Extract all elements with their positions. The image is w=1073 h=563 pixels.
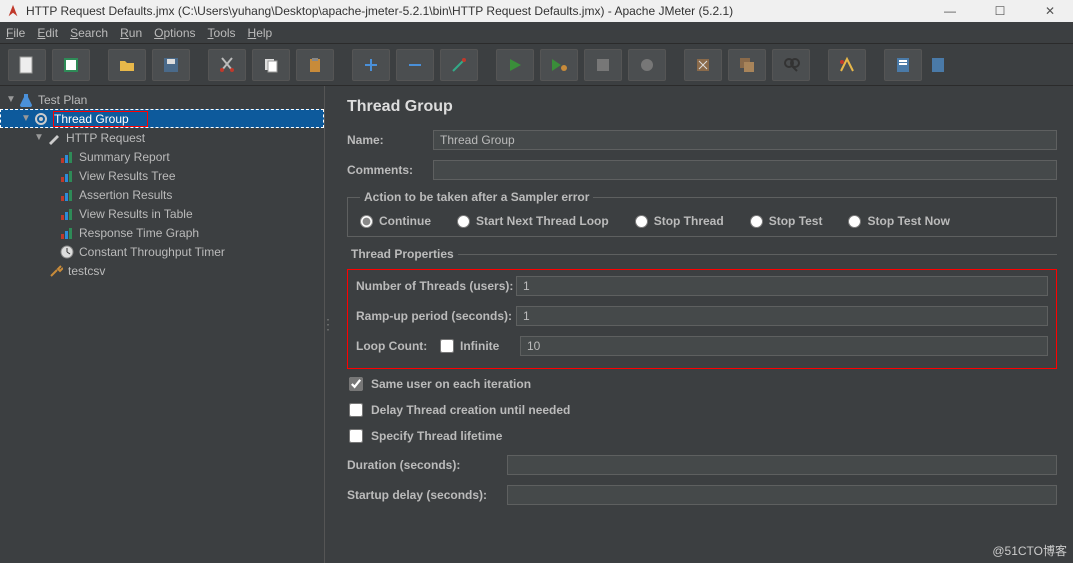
loop-count-label: Loop Count: [356,339,440,353]
node-label: Thread Group [54,112,129,126]
infinite-label: Infinite [460,339,499,353]
menu-edit[interactable]: Edit [37,26,58,40]
tree-node-thread-group[interactable]: ▼ Thread Group [0,109,324,128]
open-button[interactable] [108,49,146,81]
node-label: testcsv [68,264,105,278]
clear-all-button[interactable] [728,49,766,81]
close-button[interactable]: ✕ [1037,1,1063,21]
loop-count-input[interactable] [520,336,1048,356]
highlight-box: Number of Threads (users): Ramp-up perio… [347,269,1057,369]
thread-properties-legend: Thread Properties [347,247,458,261]
clear-button[interactable] [684,49,722,81]
app-icon [6,4,20,18]
menu-help[interactable]: Help [248,26,273,40]
node-label: View Results Tree [79,169,176,183]
node-label: Response Time Graph [79,226,199,240]
stop-button[interactable] [584,49,622,81]
comments-label: Comments: [347,163,433,177]
radio-stop-thread[interactable]: Stop Thread [635,214,724,228]
infinite-checkbox[interactable] [440,339,454,353]
radio-continue[interactable]: Continue [360,214,431,228]
menu-search[interactable]: Search [70,26,108,40]
chart-icon [59,168,75,184]
comments-input[interactable] [433,160,1057,180]
tree-node-http-request[interactable]: ▼ HTTP Request [0,128,324,147]
titlebar: HTTP Request Defaults.jmx (C:\Users\yuha… [0,0,1073,22]
startup-delay-label: Startup delay (seconds): [347,488,507,502]
specify-lifetime-check[interactable]: Specify Thread lifetime [349,429,1057,443]
num-threads-input[interactable] [516,276,1048,296]
ramp-up-label: Ramp-up period (seconds): [356,309,516,323]
chart-icon [59,187,75,203]
clock-icon [59,244,75,260]
sampler-error-fieldset: Action to be taken after a Sampler error… [347,190,1057,237]
test-plan-tree[interactable]: ▼ Test Plan ▼ Thread Group ▼ HTTP Reques… [0,86,325,563]
watermark: @51CTO博客 [992,542,1067,559]
chart-icon [59,149,75,165]
startup-delay-input[interactable] [507,485,1057,505]
menubar: File Edit Search Run Options Tools Help [0,22,1073,44]
ramp-up-input[interactable] [516,306,1048,326]
node-label: Constant Throughput Timer [79,245,225,259]
beaker-icon [18,92,34,108]
toggle-button[interactable] [440,49,478,81]
start-no-pause-button[interactable] [540,49,578,81]
radio-stop-test-now[interactable]: Stop Test Now [848,214,949,228]
tree-node-constant-throughput-timer[interactable]: Constant Throughput Timer [0,242,324,261]
sampler-error-legend: Action to be taken after a Sampler error [360,190,593,204]
tree-node-view-results-in-table[interactable]: View Results in Table [0,204,324,223]
node-label: Summary Report [79,150,170,164]
node-label: Test Plan [38,93,87,107]
same-user-check[interactable]: Same user on each iteration [349,377,1057,391]
editor-panel: Thread Group Name: Comments: Action to b… [331,86,1073,563]
node-label: Assertion Results [79,188,172,202]
duration-label: Duration (seconds): [347,458,507,472]
num-threads-label: Number of Threads (users): [356,279,516,293]
menu-file[interactable]: File [6,26,25,40]
thread-properties-fieldset: Thread Properties Number of Threads (use… [347,247,1057,515]
name-label: Name: [347,133,433,147]
paste-button[interactable] [296,49,334,81]
window-title: HTTP Request Defaults.jmx (C:\Users\yuha… [26,4,937,18]
copy-button[interactable] [252,49,290,81]
search-tree-button[interactable] [772,49,810,81]
save-button[interactable] [152,49,190,81]
expand-button[interactable] [352,49,390,81]
help-button[interactable] [884,49,922,81]
panel-heading: Thread Group [347,98,1057,116]
name-input[interactable] [433,130,1057,150]
highlight-box: Thread Group [53,111,148,127]
delay-thread-check[interactable]: Delay Thread creation until needed [349,403,1057,417]
radio-stop-test[interactable]: Stop Test [750,214,823,228]
chart-icon [59,206,75,222]
menu-options[interactable]: Options [154,26,195,40]
start-button[interactable] [496,49,534,81]
cut-button[interactable] [208,49,246,81]
radio-start-next[interactable]: Start Next Thread Loop [457,214,609,228]
collapse-button[interactable] [396,49,434,81]
node-label: View Results in Table [79,207,193,221]
tree-node-view-results-tree[interactable]: View Results Tree [0,166,324,185]
menu-tools[interactable]: Tools [208,26,236,40]
function-helper-button[interactable] [828,49,866,81]
pipette-icon [46,130,62,146]
maximize-button[interactable]: ☐ [987,1,1013,21]
duration-input[interactable] [507,455,1057,475]
gear-icon [33,111,49,127]
tree-node-summary-report[interactable]: Summary Report [0,147,324,166]
minimize-button[interactable]: — [937,1,963,21]
tree-node-testcsv[interactable]: testcsv [0,261,324,280]
tree-node-response-time-graph[interactable]: Response Time Graph [0,223,324,242]
menu-run[interactable]: Run [120,26,142,40]
help2-button[interactable] [928,49,948,81]
new-button[interactable] [8,49,46,81]
tree-node-assertion-results[interactable]: Assertion Results [0,185,324,204]
wrench-icon [48,263,64,279]
shutdown-button[interactable] [628,49,666,81]
node-label: HTTP Request [66,131,145,145]
tree-node-test-plan[interactable]: ▼ Test Plan [0,90,324,109]
templates-button[interactable] [52,49,90,81]
chart-icon [59,225,75,241]
toolbar [0,44,1073,86]
